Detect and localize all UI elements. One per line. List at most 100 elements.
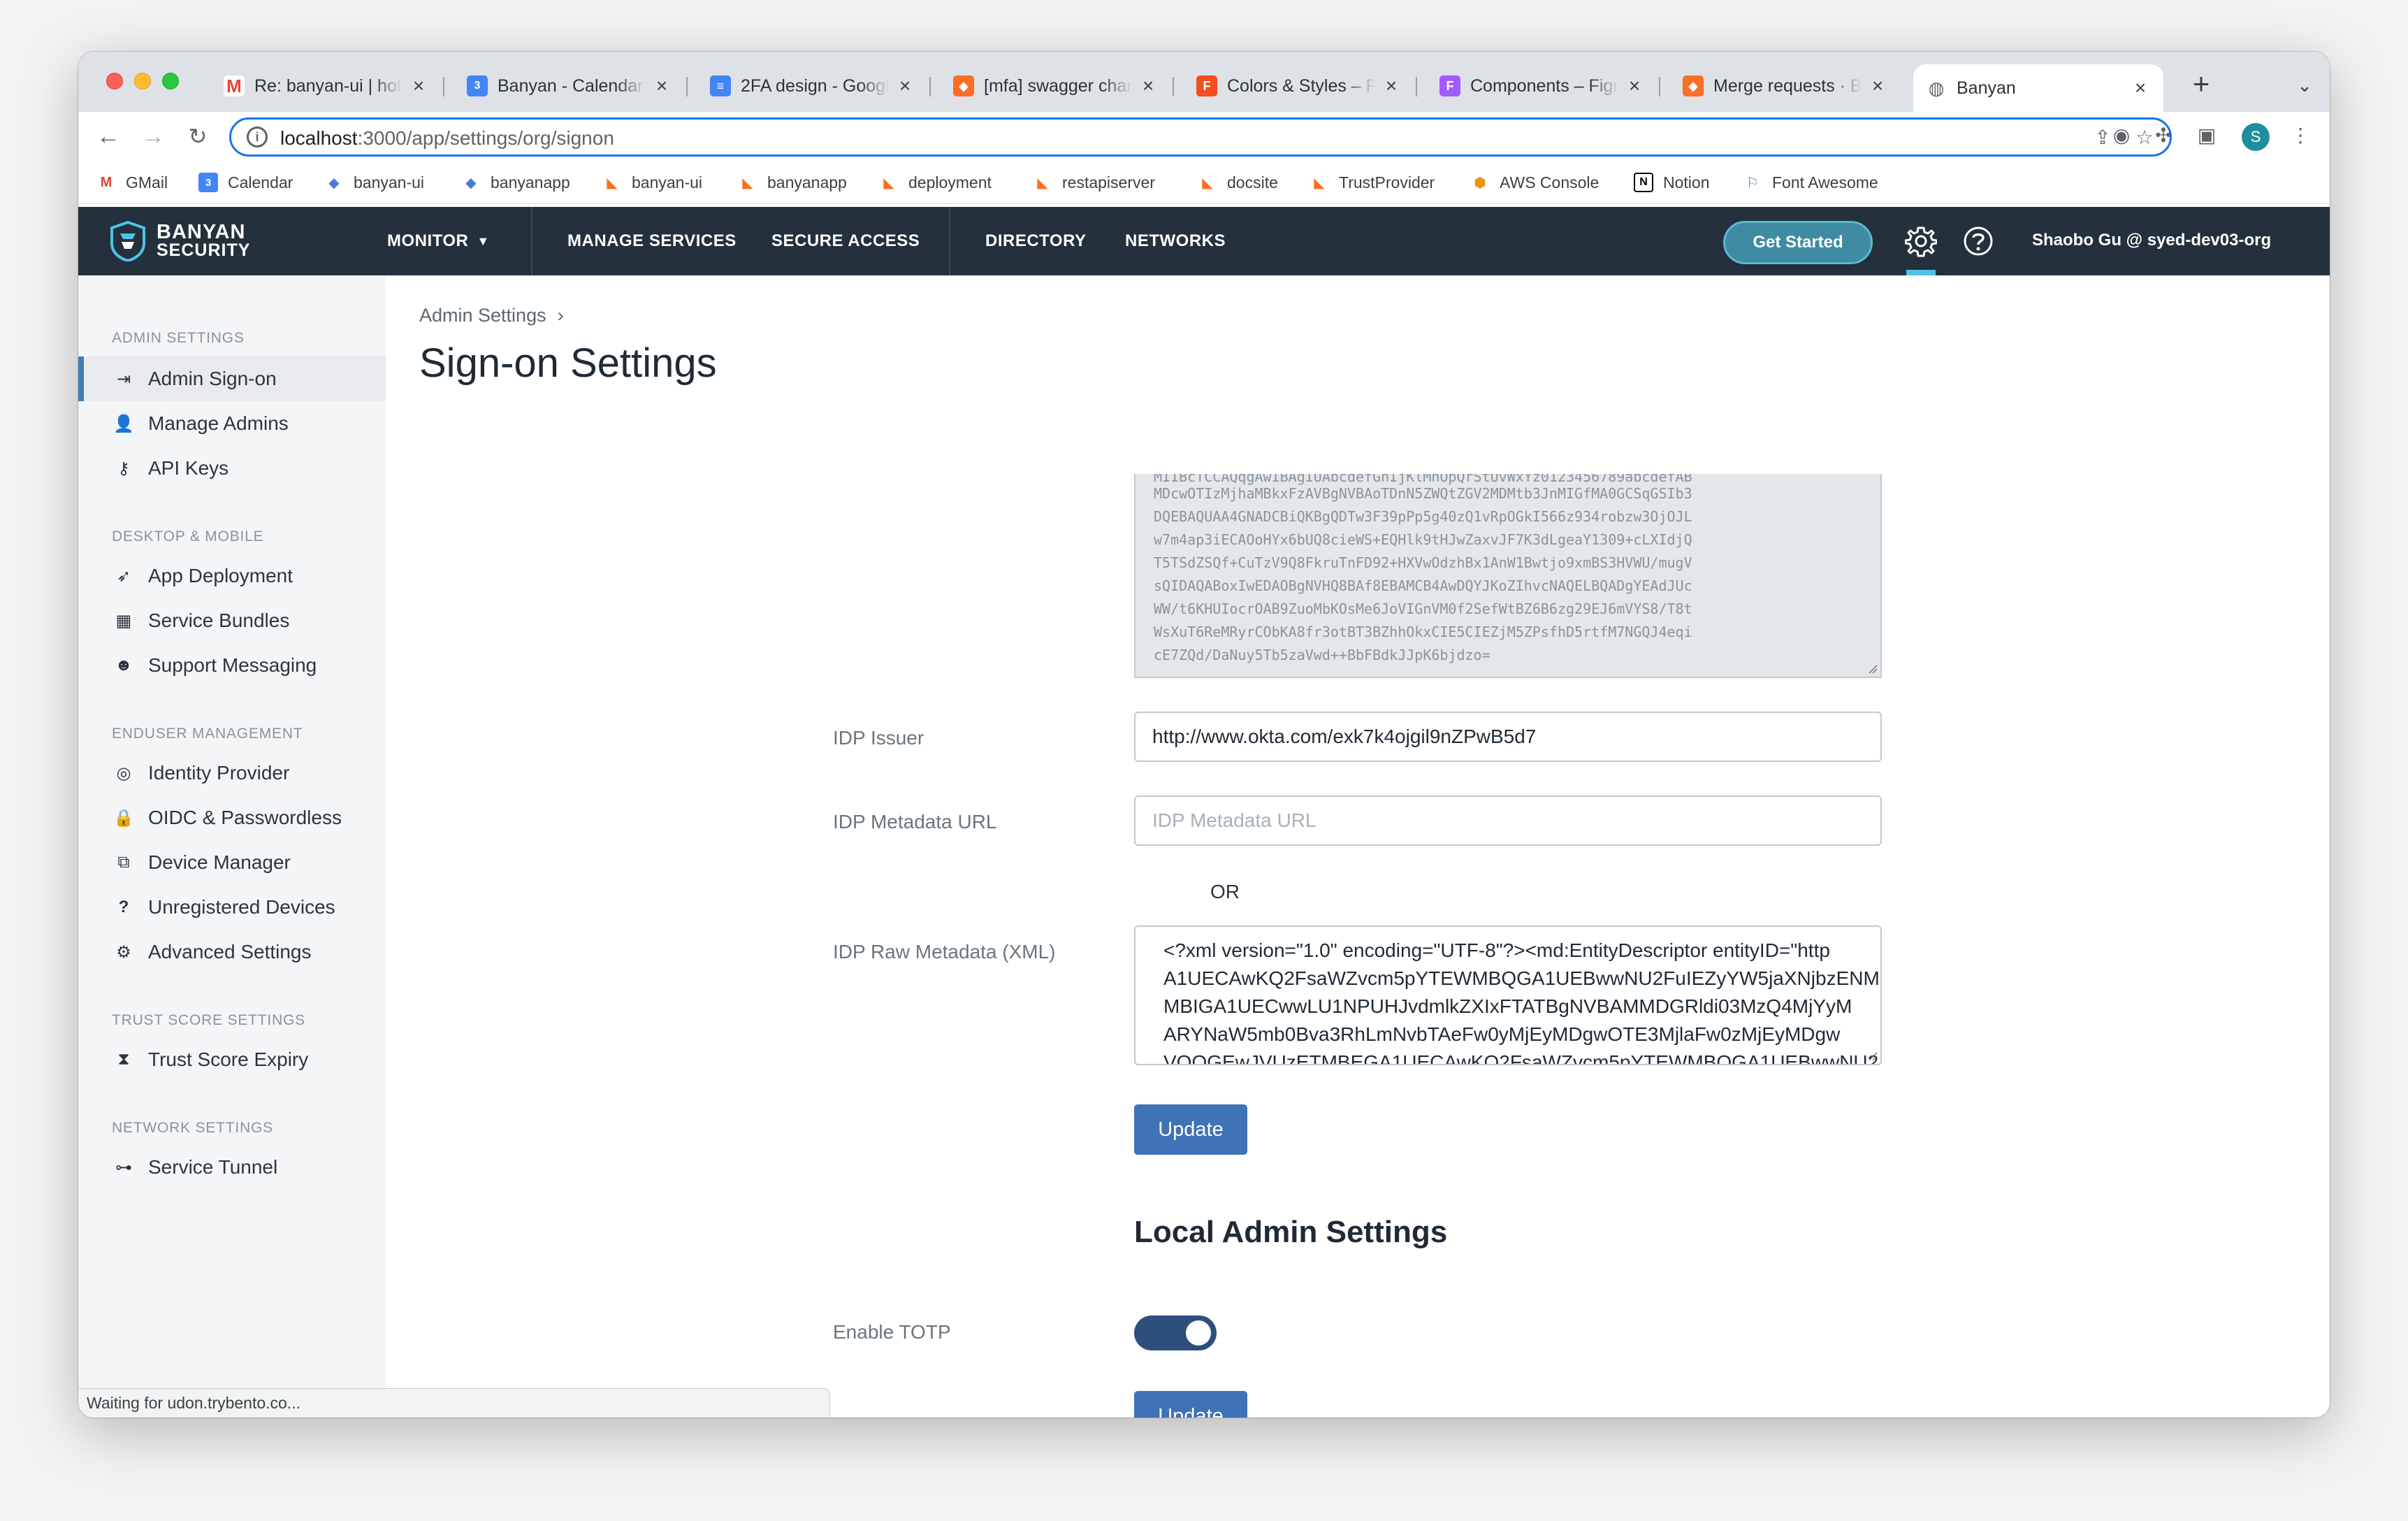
tab-gmail[interactable]: M Re: banyan-ui | hotfix × [211,64,442,108]
xml-line: <?xml version="1.0" encoding="UTF-8"?><m… [1163,939,1830,961]
nav-secure-access[interactable]: SECURE ACCESS [771,207,920,275]
bookmark-gitlab-banyan-ui[interactable]: ◣ banyan-ui [602,169,702,196]
section-enduser-management: ENDUSER MANAGEMENT [112,726,303,742]
nav-divider [531,207,532,275]
sidebar-item-unregistered-devices[interactable]: ? Unregistered Devices [78,885,386,930]
nav-divider [949,207,950,275]
tab-figma-colors[interactable]: F Colors & Styles – Figma × [1184,64,1414,108]
idp-raw-metadata-textarea[interactable]: <?xml version="1.0" encoding="UTF-8"?><m… [1134,925,1882,1065]
close-icon[interactable]: × [408,75,429,97]
support-agent-icon: ☻ [115,656,133,675]
tab-banyan-active[interactable]: ◍ Banyan × [1913,64,2163,112]
tab-docs[interactable]: ≡ 2FA design - Google Docs × [697,64,928,108]
sidebar-item-service-tunnel[interactable]: ⊶ Service Tunnel [78,1145,386,1190]
maximize-window-button[interactable] [162,73,179,89]
bundle-icon: ▦ [115,611,132,630]
bookmark-notion[interactable]: N Notion [1634,169,1709,196]
logo-line-1: BANYAN [157,221,246,243]
browser-menu-icon[interactable]: ⋮ [2286,122,2314,150]
reload-icon[interactable]: ↻ [182,120,214,152]
sidebar-item-app-deployment[interactable]: ➶ App Deployment [78,554,386,598]
tab-label: Merge requests · Banyan [1713,75,1862,96]
close-icon[interactable]: × [1624,75,1645,97]
site-info-icon[interactable]: i [247,127,268,147]
minimize-window-button[interactable] [134,73,151,89]
tab-label: Components – Figma [1470,75,1618,96]
tab-figma-components[interactable]: F Components – Figma × [1427,64,1658,108]
url-text[interactable]: localhost:3000/app/settings/org/signon [280,127,614,150]
password-extension-icon[interactable]: ◉ [2108,122,2135,150]
settings-gear-icon[interactable] [1905,225,1937,257]
side-panel-icon[interactable]: ▣ [2193,122,2221,150]
bookmark-gitlab-banyanapp[interactable]: ◣ banyanapp [738,169,847,196]
bookmark-gmail[interactable]: M GMail [96,169,168,196]
enable-totp-toggle[interactable] [1134,1315,1217,1350]
caret-down-icon: ▼ [477,233,490,248]
sidebar-item-api-keys[interactable]: ⚷ API Keys [78,446,386,491]
sidebar-item-support-messaging[interactable]: ☻ Support Messaging [78,643,386,688]
idp-issuer-input[interactable]: http://www.okta.com/exk7k4ojgil9nZPwB5d7 [1134,712,1882,762]
banyan-logo[interactable]: BANYAN SECURITY [109,221,250,261]
breadcrumb[interactable]: Admin Settings › [419,305,564,326]
sidebar-item-oidc-passwordless[interactable]: 🔒 OIDC & Passwordless [78,795,386,840]
sidebar-item-trust-score-expiry[interactable]: ⧗ Trust Score Expiry [78,1037,386,1082]
tab-label: [mfa] swagger changes [984,75,1132,96]
bookmark-restapiserver[interactable]: ◣ restapiserver [1033,169,1155,196]
tab-calendar[interactable]: 3 Banyan - Calendar × [454,64,685,108]
section-admin-settings: ADMIN SETTINGS [112,330,245,346]
tab-gitlab-mr[interactable]: ◆ Merge requests · Banyan × [1670,64,1901,108]
banyan-shield-icon [110,221,145,261]
sidebar-item-advanced-settings[interactable]: ⚙ Advanced Settings [78,930,386,974]
bookmark-deployment[interactable]: ◣ deployment [879,169,992,196]
figma-icon: F [1439,75,1460,96]
tab-separator [929,77,931,96]
gitlab-icon: ◣ [742,175,753,191]
update-local-admin-button[interactable]: Update [1134,1391,1247,1418]
tab-gitlab-mfa[interactable]: ◆ [mfa] swagger changes × [941,64,1171,108]
sidebar-item-identity-provider[interactable]: ◎ Identity Provider [78,751,386,795]
bookmark-font-awesome[interactable]: ⚐ Font Awesome [1743,169,1878,196]
tab-separator [1659,77,1660,96]
sidebar-item-service-bundles[interactable]: ▦ Service Bundles [78,598,386,643]
nav-networks[interactable]: NETWORKS [1125,207,1226,275]
bookmark-banyan-ui[interactable]: ◆ banyan-ui [324,169,424,196]
forward-arrow-icon[interactable]: → [137,120,169,152]
page-title: Sign-on Settings [419,340,717,386]
close-icon[interactable]: × [894,75,915,97]
get-started-button[interactable]: Get Started [1723,221,1873,264]
tab-search-chevron-icon[interactable]: ⌄ [2291,71,2319,99]
address-bar[interactable]: i localhost:3000/app/settings/org/signon… [229,117,2172,157]
bookmark-calendar[interactable]: 3 Calendar [198,169,293,196]
close-icon[interactable]: × [651,75,672,97]
sidebar-item-admin-sign-on[interactable]: ⇥ Admin Sign-on [78,356,386,401]
bookmark-banyanapp[interactable]: ◆ banyanapp [461,169,570,196]
close-icon[interactable]: × [2130,77,2151,99]
bookmark-trustprovider[interactable]: ◣ TrustProvider [1310,169,1435,196]
bookmark-aws-console[interactable]: ⬢ AWS Console [1470,169,1599,196]
close-icon[interactable]: × [1867,75,1888,97]
new-tab-button[interactable]: + [2182,64,2221,103]
nav-manage-services[interactable]: MANAGE SERVICES [567,207,737,275]
user-org-menu[interactable]: Shaobo Gu @ syed-dev03-org [2032,231,2271,250]
profile-avatar[interactable]: S [2242,123,2270,151]
close-icon[interactable]: × [1138,75,1159,97]
or-separator: OR [1210,881,1240,902]
sidebar-item-manage-admins[interactable]: 👤 Manage Admins [78,401,386,446]
nav-directory[interactable]: DIRECTORY [985,207,1087,275]
help-question-icon[interactable] [1962,225,1994,257]
back-arrow-icon[interactable]: ← [92,120,124,152]
certificate-line: w7m4ap3iECAOoHYx6bUQ8cieWS+EQHlk9tHJwZax… [1154,531,1692,548]
sidebar-item-device-manager[interactable]: ⧉ Device Manager [78,840,386,885]
bookmark-docsite[interactable]: ◣ docsite [1198,169,1278,196]
extensions-puzzle-icon[interactable]: ✣ [2149,122,2177,150]
close-window-button[interactable] [106,73,123,89]
resize-grip-icon[interactable] [1868,1051,1878,1061]
nav-monitor[interactable]: MONITOR ▼ [387,207,490,275]
idp-issuer-label: IDP Issuer [833,727,924,749]
resize-grip-icon[interactable] [1868,664,1878,674]
idp-metadata-url-input[interactable]: IDP Metadata URL [1134,795,1882,846]
certificate-line: DQEBAQUAA4GNADCBiQKBgQDTw3F39pPp5g40zQ1v… [1154,508,1692,525]
close-icon[interactable]: × [1381,75,1402,97]
certificate-textarea[interactable]: MIIBcTCCAQqgAwIBAgIUAbcdefGhIjKlMnOpQrSt… [1134,474,1882,678]
update-idp-button[interactable]: Update [1134,1104,1247,1155]
